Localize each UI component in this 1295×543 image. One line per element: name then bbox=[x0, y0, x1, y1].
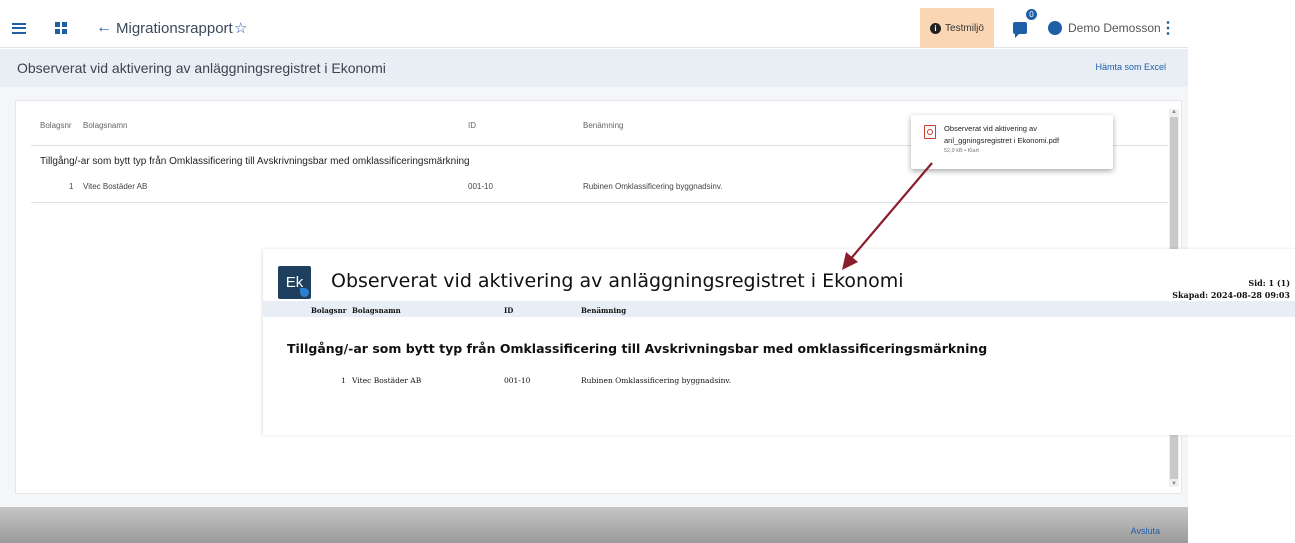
account-icon bbox=[1048, 21, 1062, 35]
pdf-group-title: Tillgång/-ar som bytt typ från Omklassif… bbox=[287, 341, 988, 356]
pdf-column-company-no: Bolagsnr bbox=[311, 306, 347, 315]
pdf-column-headers: Bolagsnr Bolagsnamn ID Benämning bbox=[263, 301, 1295, 317]
pdf-cell-description: Rubinen Omklassificering byggnadsinv. bbox=[581, 376, 732, 385]
download-meta: 52,9 kB • Klart bbox=[944, 148, 979, 154]
pdf-page-info: Sid: 1 (1) Skapad: 2024-08-28 09:03 bbox=[1172, 277, 1290, 301]
kebab-icon: ⋮ bbox=[1160, 20, 1176, 37]
pdf-column-company-name: Bolagsnamn bbox=[352, 306, 401, 315]
chat-icon bbox=[1013, 22, 1027, 38]
column-header-description[interactable]: Benämning bbox=[583, 121, 623, 130]
report-header: Observerat vid aktivering av anläggnings… bbox=[0, 49, 1188, 87]
back-button[interactable]: ← bbox=[96, 8, 112, 48]
ek-logo: Ek bbox=[278, 266, 311, 299]
more-options-button[interactable]: ⋮ bbox=[1160, 8, 1176, 48]
arrow-left-icon: ← bbox=[96, 19, 112, 36]
notification-count-badge: 0 bbox=[1025, 8, 1038, 21]
dashboard-icon bbox=[55, 22, 67, 34]
pdf-cell-company-no: 1 bbox=[341, 376, 346, 385]
column-header-company-no[interactable]: Bolagsnr bbox=[40, 121, 72, 130]
pdf-page-number: Sid: 1 (1) bbox=[1248, 278, 1290, 288]
hamburger-icon bbox=[12, 22, 26, 34]
export-excel-link[interactable]: Hämta som Excel bbox=[1095, 62, 1166, 72]
row-divider bbox=[31, 202, 1168, 203]
cell-company-no: 1 bbox=[69, 182, 74, 191]
menu-button[interactable] bbox=[12, 8, 32, 48]
user-menu[interactable]: Demo Demosson bbox=[1048, 8, 1161, 48]
pdf-column-description: Benämning bbox=[581, 306, 627, 315]
star-icon: ☆ bbox=[234, 20, 248, 37]
pdf-cell-id: 001-10 bbox=[504, 376, 531, 385]
pdf-cell-company-name: Vitec Bostäder AB bbox=[352, 376, 422, 385]
close-button[interactable]: Avsluta bbox=[1131, 526, 1160, 536]
messages-button[interactable]: 0 bbox=[1013, 8, 1038, 48]
pdf-column-id: ID bbox=[504, 306, 514, 315]
pdf-created-date: Skapad: 2024-08-28 09:03 bbox=[1172, 290, 1290, 300]
column-header-company-name[interactable]: Bolagsnamn bbox=[83, 121, 127, 130]
cell-description: Rubinen Omklassificering byggnadsinv. bbox=[583, 182, 723, 191]
user-name: Demo Demosson bbox=[1068, 21, 1161, 35]
column-header-id[interactable]: ID bbox=[468, 121, 476, 130]
scroll-down-icon[interactable]: ▼ bbox=[1171, 481, 1177, 487]
group-title: Tillgång/-ar som bytt typ från Omklassif… bbox=[40, 156, 470, 167]
environment-label: Testmiljö bbox=[945, 22, 984, 34]
scroll-up-icon[interactable]: ▲ bbox=[1171, 109, 1177, 115]
cell-id: 001-10 bbox=[468, 182, 493, 191]
info-icon: i bbox=[930, 22, 942, 34]
report-title: Observerat vid aktivering av anläggnings… bbox=[17, 60, 386, 76]
download-popup[interactable]: Observerat vid aktivering av anl_ggnings… bbox=[911, 115, 1113, 169]
page-title: Migrationsrapport bbox=[116, 19, 233, 37]
dashboard-button[interactable] bbox=[55, 8, 69, 48]
footer-bar: Avsluta bbox=[0, 507, 1188, 543]
logo-drop bbox=[300, 288, 309, 297]
favorite-button[interactable]: ☆ bbox=[234, 8, 247, 48]
pdf-preview: Ek Observerat vid aktivering av anläggni… bbox=[263, 249, 1295, 435]
pdf-title: Observerat vid aktivering av anläggnings… bbox=[331, 270, 904, 292]
top-bar: ← Migrationsrapport ☆ i Testmiljö 0 Demo… bbox=[0, 8, 1188, 48]
download-file-name-2[interactable]: anl_ggningsregistret i Ekonomi.pdf bbox=[944, 136, 1059, 145]
environment-badge[interactable]: i Testmiljö bbox=[920, 8, 994, 48]
cell-company-name: Vitec Bostäder AB bbox=[83, 182, 148, 191]
pdf-file-icon bbox=[924, 125, 936, 139]
download-file-name[interactable]: Observerat vid aktivering av bbox=[944, 124, 1037, 133]
